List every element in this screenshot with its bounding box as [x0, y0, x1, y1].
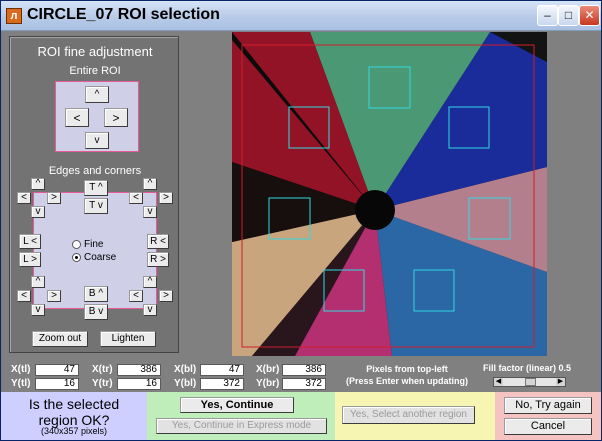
question-area: Is the selected region OK? (340x357 pixe… [1, 392, 147, 440]
br-right-button[interactable]: > [159, 290, 173, 302]
xbl-label: X(bl) [174, 364, 197, 375]
ytr-field[interactable]: 16 [117, 378, 161, 390]
br-up-button[interactable]: ^ [143, 276, 157, 288]
ybl-label: Y(bl) [174, 378, 197, 389]
roi-up-button[interactable]: ^ [85, 86, 109, 103]
top-down-button[interactable]: T v [84, 198, 108, 214]
zoom-out-button[interactable]: Zoom out [32, 331, 88, 347]
bl-left-button[interactable]: < [17, 290, 31, 302]
top-up-button[interactable]: T ^ [84, 180, 108, 196]
ytl-label: Y(tl) [11, 378, 31, 389]
slider-right-arrow-icon[interactable]: ▶ [556, 378, 565, 386]
edges-corners-label: Edges and corners [48, 165, 142, 177]
xbr-field[interactable]: 386 [282, 364, 326, 376]
roi-adjustment-panel: ROI fine adjustment Entire ROI ^ < > v E… [9, 36, 179, 353]
bl-right-button[interactable]: > [47, 290, 61, 302]
tl-left-button[interactable]: < [17, 192, 31, 204]
xbr-label: X(br) [256, 364, 280, 375]
no-area: No, Try again Cancel [495, 392, 601, 440]
bottom-up-button[interactable]: B ^ [84, 286, 108, 302]
panel-title: ROI fine adjustment [37, 44, 153, 59]
pixels-info-line1: Pixels from top-left [366, 364, 448, 374]
br-left-button[interactable]: < [129, 290, 143, 302]
xtr-field[interactable]: 386 [117, 364, 161, 376]
express-mode-button[interactable]: Yes, Continue in Express mode [156, 418, 327, 434]
continue-area: Yes, Continue Yes, Continue in Express m… [147, 392, 335, 440]
tl-right-button[interactable]: > [47, 192, 61, 204]
slider-thumb[interactable] [525, 378, 536, 386]
title-bar[interactable]: л CIRCLE_07 ROI selection – □ ✕ [1, 1, 601, 31]
ybr-field[interactable]: 372 [282, 378, 326, 390]
right-edge-right-button[interactable]: R > [147, 252, 169, 267]
slider-left-arrow-icon[interactable]: ◀ [494, 378, 503, 386]
coarse-label: Coarse [84, 252, 117, 263]
roi-image-canvas [232, 32, 547, 356]
coarse-radio-dot [72, 253, 81, 262]
xtl-label: X(tl) [11, 364, 31, 375]
roi-right-button[interactable]: > [104, 108, 128, 127]
ybr-label: Y(br) [256, 378, 280, 389]
region-size: (340x357 pixels) [40, 426, 108, 436]
bottom-down-button[interactable]: B v [84, 304, 108, 320]
left-edge-left-button[interactable]: L < [19, 234, 41, 249]
maximize-icon[interactable]: □ [558, 5, 579, 26]
ytr-label: Y(tr) [92, 378, 113, 389]
bl-down-button[interactable]: v [31, 304, 45, 316]
fine-radio-dot [72, 240, 81, 249]
tl-down-button[interactable]: v [31, 206, 45, 218]
fine-label: Fine [84, 239, 104, 250]
fine-radio[interactable]: Fine [72, 239, 103, 250]
roi-down-button[interactable]: v [85, 132, 109, 149]
matlab-icon: л [6, 8, 22, 24]
coarse-radio[interactable]: Coarse [72, 252, 116, 263]
ytl-field[interactable]: 16 [35, 378, 79, 390]
roi-selection-window: л CIRCLE_07 ROI selection – □ ✕ ROI fine… [0, 0, 602, 441]
xtr-label: X(tr) [92, 364, 113, 375]
br-down-button[interactable]: v [143, 304, 157, 316]
tl-up-button[interactable]: ^ [31, 178, 45, 190]
tr-left-button[interactable]: < [129, 192, 143, 204]
right-edge-left-button[interactable]: R < [147, 234, 169, 249]
bl-up-button[interactable]: ^ [31, 276, 45, 288]
tr-down-button[interactable]: v [143, 206, 157, 218]
left-edge-right-button[interactable]: L > [19, 252, 41, 267]
cancel-button[interactable]: Cancel [504, 418, 592, 435]
lighten-button[interactable]: Lighten [100, 331, 156, 347]
yes-continue-button[interactable]: Yes, Continue [180, 397, 294, 413]
ybl-field[interactable]: 372 [200, 378, 244, 390]
minimize-icon[interactable]: – [537, 5, 558, 26]
xtl-field[interactable]: 47 [35, 364, 79, 376]
no-try-again-button[interactable]: No, Try again [504, 397, 592, 414]
roi-image[interactable] [232, 32, 547, 356]
tr-right-button[interactable]: > [159, 192, 173, 204]
select-another-area: Yes, Select another region [335, 392, 495, 440]
tr-up-button[interactable]: ^ [143, 178, 157, 190]
question-text: Is the selected region OK? [1, 396, 147, 428]
question-line1: Is the selected [28, 396, 120, 412]
xbl-field[interactable]: 47 [200, 364, 244, 376]
close-icon[interactable]: ✕ [579, 5, 600, 26]
fill-factor-label: Fill factor (linear) 0.5 [483, 363, 572, 373]
pixels-info-line2: (Press Enter when updating) [345, 376, 468, 386]
roi-left-button[interactable]: < [65, 108, 89, 127]
select-another-region-button[interactable]: Yes, Select another region [342, 406, 475, 424]
entire-roi-label: Entire ROI [69, 65, 121, 77]
fill-factor-slider[interactable]: ◀ ▶ [493, 377, 566, 387]
window-title: CIRCLE_07 ROI selection [27, 6, 220, 23]
